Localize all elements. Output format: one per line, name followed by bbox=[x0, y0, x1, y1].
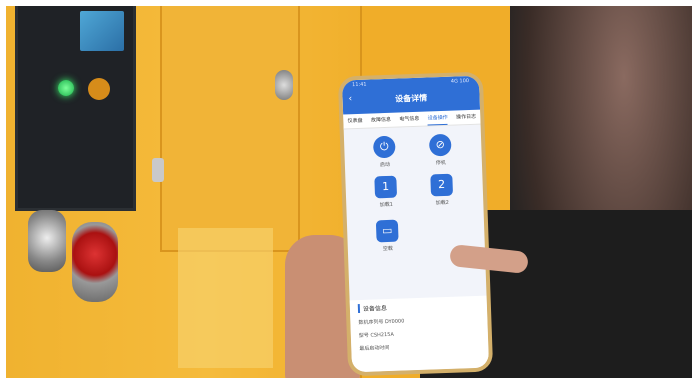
panel-screen bbox=[80, 11, 124, 51]
load2-icon: 2 bbox=[430, 173, 454, 197]
load1-button[interactable]: 1 加载1 bbox=[365, 175, 406, 208]
stop-icon: ⊘ bbox=[428, 133, 452, 157]
door-lock bbox=[275, 70, 293, 100]
status-indicators: 4G 100 bbox=[450, 78, 470, 85]
cabinet-door bbox=[160, 0, 300, 252]
info-row: 最后启动时间 bbox=[359, 344, 390, 353]
photo-scene: 11:41 4G 100 ‹ 设备详情 仪表盘 故障信息 电气信息 设备操作 操… bbox=[0, 0, 697, 384]
load1-label: 加载1 bbox=[379, 201, 394, 209]
info-row: 型号 CSH215A bbox=[358, 331, 394, 340]
tab-electrical[interactable]: 电气信息 bbox=[399, 112, 419, 127]
stop-label: 停机 bbox=[435, 159, 446, 167]
warning-label bbox=[178, 228, 273, 368]
start-label: 启动 bbox=[379, 161, 391, 169]
smartphone: 11:41 4G 100 ‹ 设备详情 仪表盘 故障信息 电气信息 设备操作 操… bbox=[337, 71, 494, 377]
emergency-stop-button bbox=[72, 222, 118, 302]
app-header: 11:41 4G 100 ‹ 设备详情 bbox=[341, 75, 481, 115]
page-title: 设备详情 bbox=[394, 93, 428, 104]
door-hinge bbox=[152, 158, 164, 182]
power-icon: ⏻ bbox=[372, 135, 396, 159]
stop-button[interactable]: ⊘ 停机 bbox=[420, 133, 461, 166]
control-panel bbox=[15, 0, 136, 211]
idle-icon: ▭ bbox=[375, 219, 399, 243]
tab-faults[interactable]: 故障信息 bbox=[371, 113, 391, 128]
idle-label: 空载 bbox=[382, 245, 393, 253]
device-info-panel: 设备信息 数机序列号 DY0000 型号 CSH215A 最后启动时间 bbox=[349, 295, 490, 373]
green-indicator-light bbox=[58, 80, 74, 96]
tab-dashboard[interactable]: 仪表盘 bbox=[347, 114, 362, 129]
tab-logs[interactable]: 操作日志 bbox=[456, 110, 476, 125]
load2-label: 加载2 bbox=[435, 199, 449, 207]
start-button[interactable]: ⏻ 启动 bbox=[364, 135, 405, 168]
phone-screen: 11:41 4G 100 ‹ 设备详情 仪表盘 故障信息 电气信息 设备操作 操… bbox=[341, 75, 490, 373]
info-row: 数机序列号 DY0000 bbox=[358, 318, 405, 327]
load1-icon: 1 bbox=[374, 175, 398, 199]
device-info-title: 设备信息 bbox=[357, 299, 479, 314]
load2-button[interactable]: 2 加载2 bbox=[421, 173, 462, 206]
orange-knob bbox=[88, 78, 110, 100]
tab-operations[interactable]: 设备操作 bbox=[427, 110, 448, 126]
idle-button[interactable]: ▭ 空载 bbox=[367, 219, 408, 252]
key-switch bbox=[28, 210, 66, 272]
status-bar: 11:41 4G 100 bbox=[342, 76, 479, 91]
status-time: 11:41 bbox=[352, 81, 367, 89]
